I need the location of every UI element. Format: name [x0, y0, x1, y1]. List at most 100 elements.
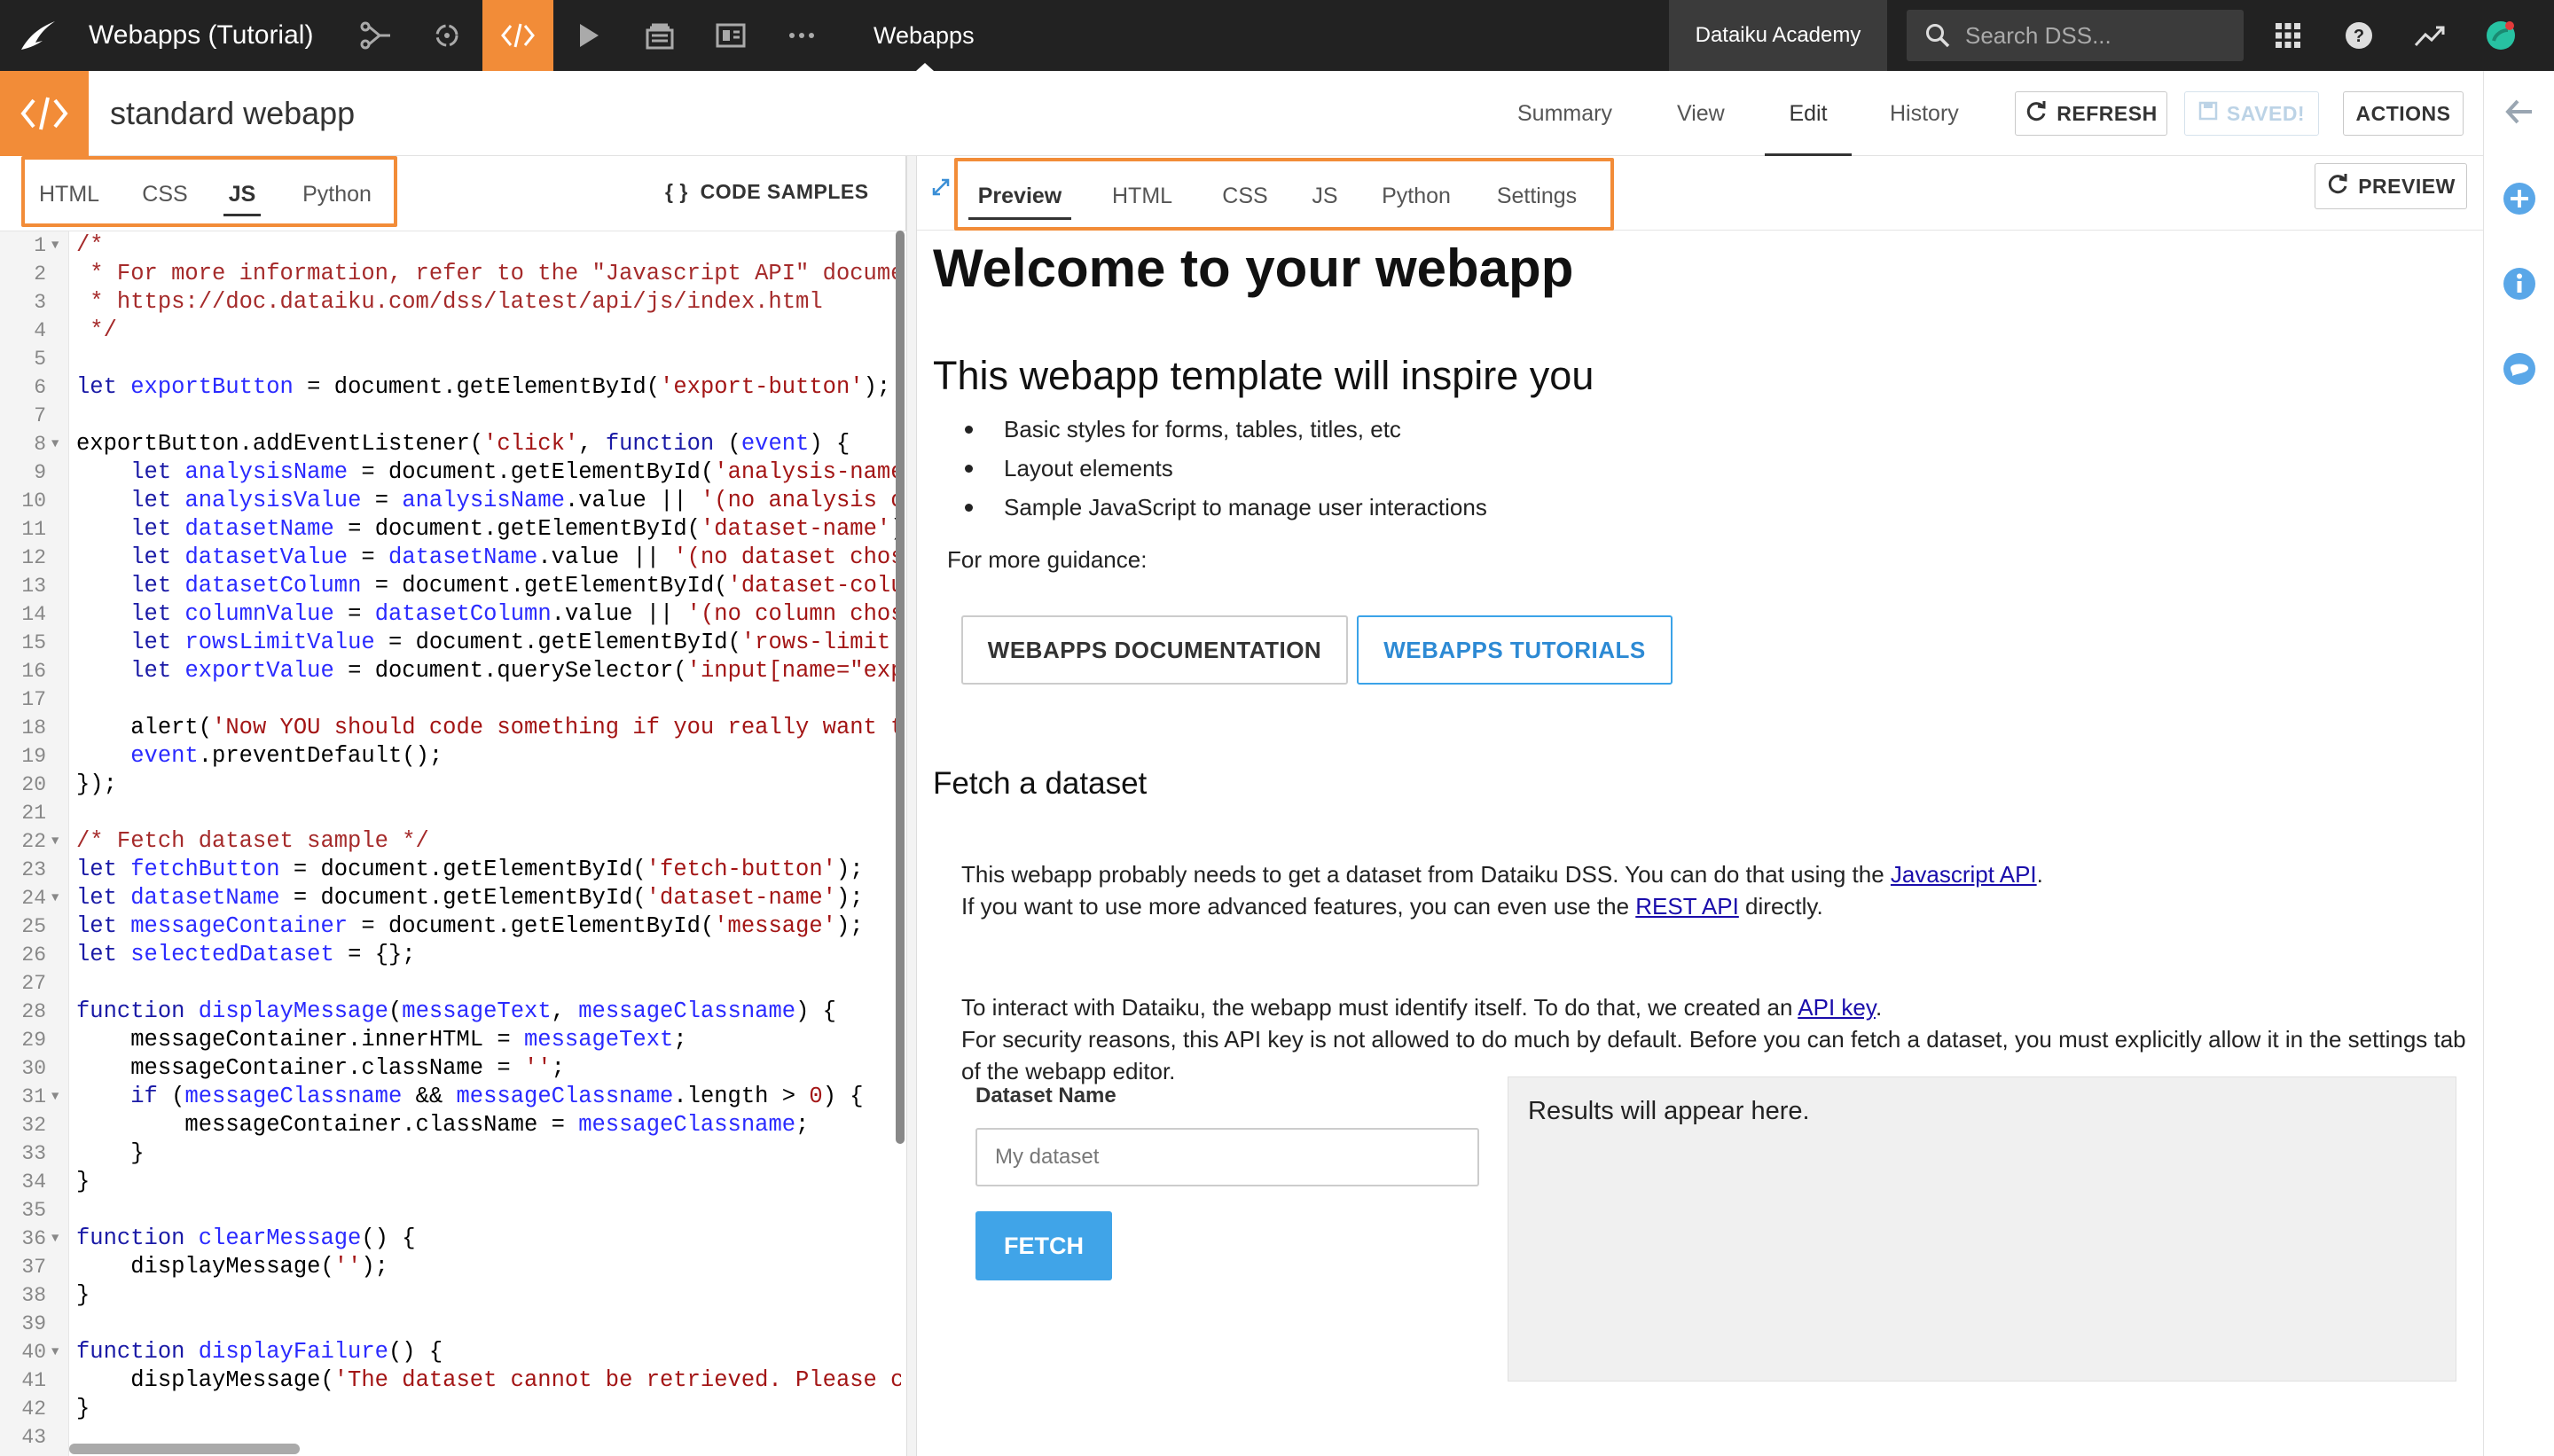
line-number: 7 [34, 404, 46, 427]
line-number: 13 [21, 575, 46, 598]
webapps-tutorials-button[interactable]: WEBAPPS TUTORIALS [1357, 615, 1673, 685]
list-item: Basic styles for forms, tables, titles, … [965, 410, 1487, 449]
line-number: 40 [21, 1341, 46, 1364]
line-number: 15 [21, 631, 46, 654]
code-samples-label: CODE SAMPLES [700, 180, 869, 203]
code-tab-css[interactable]: CSS [140, 172, 190, 216]
collapse-arrow-icon[interactable] [2502, 94, 2537, 129]
fold-arrow-icon[interactable]: ▼ [51, 1083, 59, 1111]
line-number: 14 [21, 603, 46, 626]
fold-arrow-icon[interactable]: ▼ [51, 231, 59, 260]
line-number: 11 [21, 518, 46, 541]
line-number: 36 [21, 1227, 46, 1250]
line-number: 18 [21, 716, 46, 740]
line-number: 23 [21, 858, 46, 881]
line-number: 8 [34, 433, 46, 456]
line-number: 29 [21, 1029, 46, 1052]
paragraph: To interact with Dataiku, the webapp mus… [961, 994, 1883, 1021]
fold-arrow-icon[interactable]: ▼ [51, 1225, 59, 1253]
webapp-subheading: This webapp template will inspire you [933, 353, 1594, 398]
line-number: 33 [21, 1142, 46, 1165]
results-panel: Results will appear here. [1508, 1076, 2456, 1382]
webapp-title[interactable]: standard webapp [110, 94, 355, 133]
list-item: Layout elements [965, 449, 1487, 488]
feature-list: Basic styles for forms, tables, titles, … [965, 410, 1487, 527]
discussions-icon[interactable] [2502, 351, 2537, 387]
search-input[interactable] [1965, 10, 2231, 61]
apps-grid-icon[interactable] [2252, 0, 2323, 71]
line-number: 26 [21, 943, 46, 967]
play-icon[interactable] [553, 0, 624, 71]
line-number: 10 [21, 489, 46, 513]
tab-view[interactable]: View [1677, 71, 1725, 156]
preview-panel: Preview HTML CSS JS Python Settings PREV… [917, 156, 2483, 1456]
line-number: 41 [21, 1369, 46, 1392]
notebook-icon[interactable] [624, 0, 695, 71]
editor-vertical-scrollbar[interactable] [896, 231, 905, 1144]
line-number: 31 [21, 1085, 46, 1108]
code-tab-html[interactable]: HTML [39, 172, 99, 216]
tab-summary[interactable]: Summary [1517, 71, 1612, 156]
fold-arrow-icon[interactable]: ▼ [51, 430, 59, 458]
code-icon[interactable] [482, 0, 553, 71]
info-icon[interactable] [2502, 266, 2537, 301]
breadcrumb[interactable]: Webapps [874, 18, 975, 53]
line-number: 42 [21, 1397, 46, 1421]
line-number: 35 [21, 1199, 46, 1222]
line-number: 1 [34, 234, 46, 257]
saved-button[interactable]: SAVED! [2184, 91, 2319, 136]
line-number: 21 [21, 802, 46, 825]
object-header: standard webapp Summary View Edit Histor… [0, 71, 2483, 156]
line-number: 22 [21, 830, 46, 853]
help-icon[interactable]: ? [2323, 0, 2394, 71]
line-number: 17 [21, 688, 46, 711]
line-number: 27 [21, 972, 46, 995]
line-number: 34 [21, 1170, 46, 1194]
add-icon[interactable] [2502, 181, 2537, 216]
guidance-text: For more guidance: [947, 546, 1148, 573]
code-content: /* * For more information, refer to the … [76, 232, 901, 1421]
code-samples-button[interactable]: { } CODE SAMPLES [665, 170, 869, 213]
fold-arrow-icon[interactable]: ▼ [51, 1338, 59, 1366]
tab-history[interactable]: History [1890, 71, 1959, 156]
rest-api-link[interactable]: REST API [1635, 893, 1739, 920]
fold-arrow-icon[interactable]: ▼ [51, 884, 59, 912]
braces-icon: { } [665, 180, 688, 203]
line-number: 6 [34, 376, 46, 399]
user-avatar-icon[interactable] [2465, 0, 2536, 71]
line-number: 24 [21, 887, 46, 910]
paragraph: This webapp probably needs to get a data… [961, 861, 2043, 888]
line-number: 16 [21, 660, 46, 683]
panel-splitter[interactable] [906, 156, 917, 1456]
right-sidebar [2483, 71, 2554, 1456]
code-tab-python[interactable]: Python [302, 172, 372, 216]
project-title[interactable]: Webapps (Tutorial) [89, 18, 313, 53]
fold-arrow-icon[interactable]: ▼ [51, 827, 59, 856]
tab-edit[interactable]: Edit [1765, 71, 1852, 156]
dashboard-icon[interactable] [695, 0, 766, 71]
more-icon[interactable] [766, 0, 837, 71]
search-box[interactable] [1907, 10, 2244, 61]
flow-icon[interactable] [341, 0, 411, 71]
code-tab-js[interactable]: JS [223, 172, 261, 216]
js-code-editor[interactable]: 1 2 3 4 5 6 7 8 9 10 11 12 13 14 15 16 17 18 19 20 21 22 23 24 2… [0, 231, 906, 1456]
dataiku-logo-icon[interactable] [16, 16, 60, 55]
dataset-name-input[interactable] [975, 1128, 1479, 1186]
line-number: 3 [34, 291, 46, 314]
api-key-link[interactable]: API key [1798, 994, 1876, 1021]
recycle-icon[interactable] [411, 0, 482, 71]
editor-horizontal-scrollbar[interactable] [69, 1444, 300, 1454]
line-number: 38 [21, 1284, 46, 1307]
fetch-dataset-heading: Fetch a dataset [933, 766, 1148, 801]
fetch-button[interactable]: FETCH [975, 1211, 1112, 1280]
paragraph: If you want to use more advanced feature… [961, 893, 1823, 920]
activity-icon[interactable] [2394, 0, 2465, 71]
javascript-api-link[interactable]: Javascript API [1891, 861, 2037, 888]
actions-button[interactable]: ACTIONS [2343, 91, 2464, 136]
refresh-button[interactable]: REFRESH [2015, 91, 2167, 136]
line-number: 12 [21, 546, 46, 569]
saved-label: SAVED! [2226, 101, 2306, 125]
academy-link[interactable]: Dataiku Academy [1669, 0, 1887, 71]
webapps-documentation-button[interactable]: WEBAPPS DOCUMENTATION [961, 615, 1348, 685]
line-number: 30 [21, 1057, 46, 1080]
